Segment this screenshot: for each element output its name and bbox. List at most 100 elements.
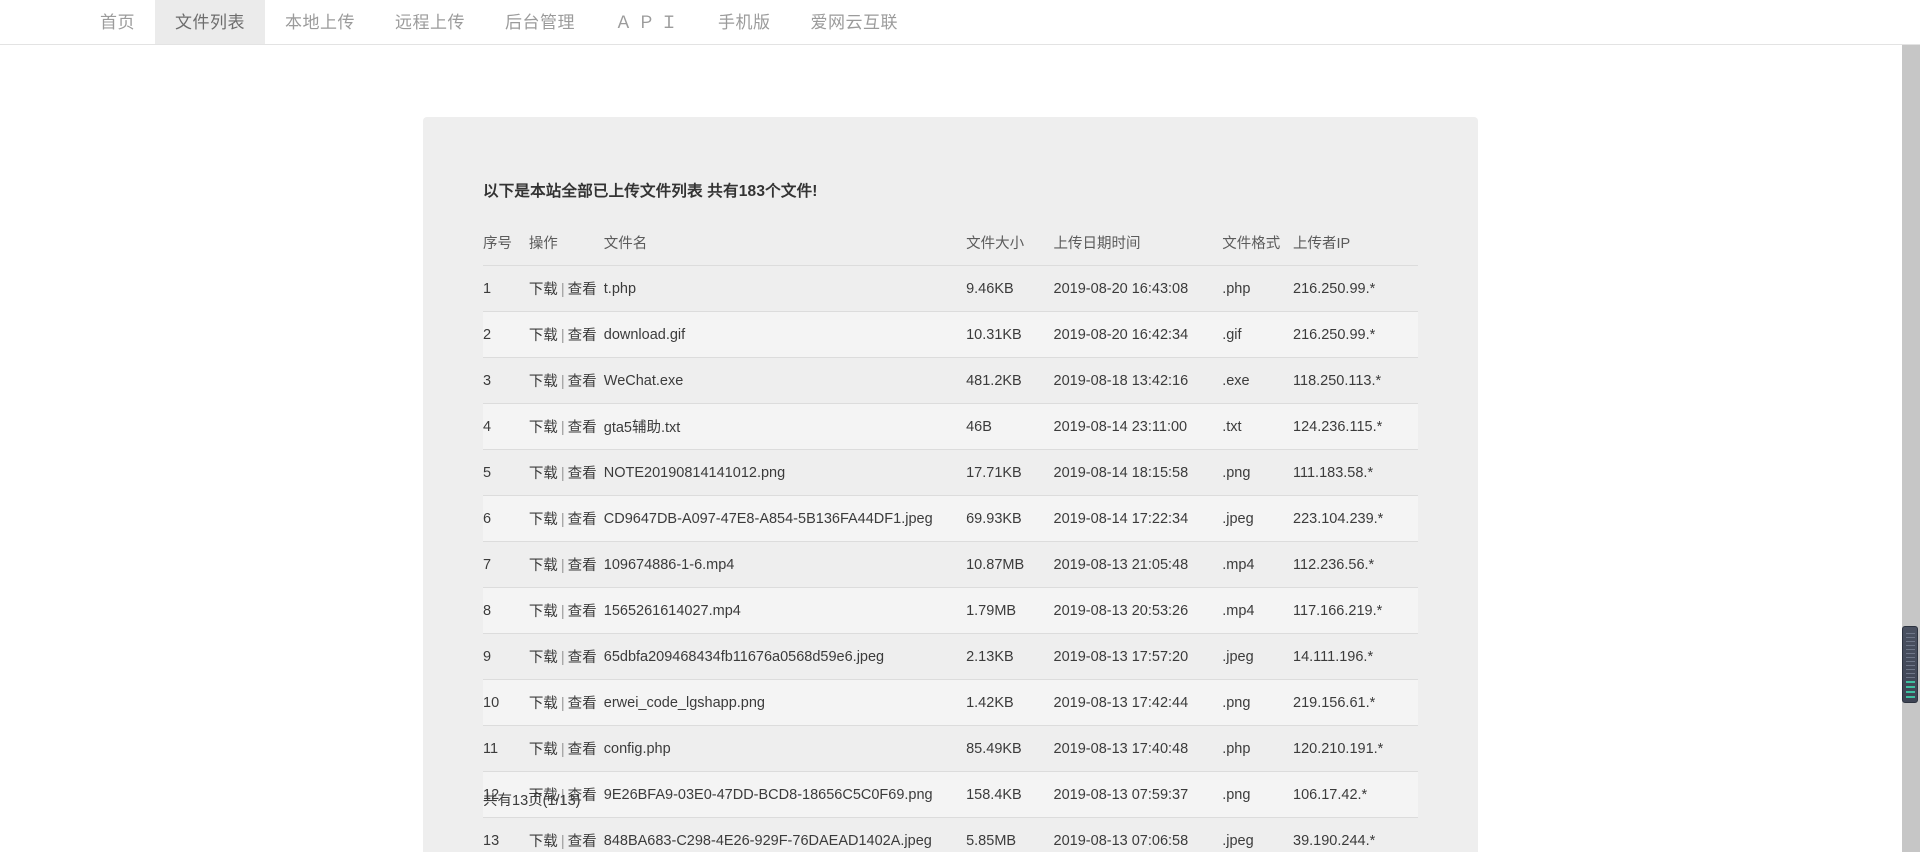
cell-filename: config.php bbox=[603, 725, 967, 772]
cell-upload-date: 2019-08-13 17:40:48 bbox=[1053, 725, 1223, 772]
download-link[interactable]: 下载 bbox=[529, 374, 558, 390]
view-link[interactable]: 查看 bbox=[568, 604, 597, 620]
cell-file-format: .png bbox=[1222, 679, 1294, 726]
download-link[interactable]: 下载 bbox=[529, 742, 558, 758]
cell-index: 1 bbox=[483, 265, 529, 312]
cell-actions: 下载 | 查看 bbox=[528, 725, 604, 772]
cell-actions: 下载 | 查看 bbox=[528, 817, 604, 852]
cell-index: 6 bbox=[483, 495, 529, 542]
cell-upload-date: 2019-08-13 17:42:44 bbox=[1053, 679, 1223, 726]
cell-upload-date: 2019-08-14 18:15:58 bbox=[1053, 449, 1223, 496]
scrollbar-grip-line bbox=[1906, 669, 1915, 670]
cell-filename: erwei_code_lgshapp.png bbox=[603, 679, 967, 726]
download-link[interactable]: 下载 bbox=[529, 558, 558, 574]
cell-upload-date: 2019-08-13 07:59:37 bbox=[1053, 771, 1223, 818]
view-link[interactable]: 查看 bbox=[568, 650, 597, 666]
download-link[interactable]: 下载 bbox=[529, 604, 558, 620]
cell-filesize: 46B bbox=[966, 403, 1054, 450]
nav-item-api[interactable]: Ａ Ｐ Ｉ bbox=[595, 0, 698, 44]
cell-filename: 65dbfa209468434fb11676a0568d59e6.jpeg bbox=[603, 633, 967, 680]
download-link[interactable]: 下载 bbox=[529, 420, 558, 436]
cell-filename: 9E26BFA9-03E0-47DD-BCD8-18656C5C0F69.png bbox=[603, 771, 967, 818]
download-link[interactable]: 下载 bbox=[529, 282, 558, 298]
cell-file-format: .txt bbox=[1222, 403, 1294, 450]
nav-item-admin[interactable]: 后台管理 bbox=[485, 0, 595, 44]
cell-filesize: 481.2KB bbox=[966, 357, 1054, 404]
view-link[interactable]: 查看 bbox=[568, 420, 597, 436]
nav-item-local-upload[interactable]: 本地上传 bbox=[265, 0, 375, 44]
cell-filename: NOTE20190814141012.png bbox=[603, 449, 967, 496]
view-link[interactable]: 查看 bbox=[568, 282, 597, 298]
cell-uploader-ip: 111.183.58.* bbox=[1293, 449, 1418, 496]
cell-uploader-ip: 39.190.244.* bbox=[1293, 817, 1418, 852]
table-head: 序号 操作 文件名 文件大小 上传日期时间 文件格式 上传者IP bbox=[483, 222, 1418, 266]
vertical-scrollbar-track[interactable] bbox=[1902, 45, 1920, 852]
cell-filename: t.php bbox=[603, 265, 967, 312]
table-row: 10 下载 | 查看 erwei_code_lgshapp.png 1.42KB 2019-… bbox=[483, 679, 1418, 726]
cell-file-format: .gif bbox=[1222, 311, 1294, 358]
cell-filename: CD9647DB-A097-47E8-A854-5B136FA44DF1.jpe… bbox=[603, 495, 967, 542]
cell-filename: 848BA683-C298-4E26-929F-76DAEAD1402A.jpe… bbox=[603, 817, 967, 852]
cell-index: 13 bbox=[483, 817, 529, 852]
cell-uploader-ip: 219.156.61.* bbox=[1293, 679, 1418, 726]
nav-item-mobile[interactable]: 手机版 bbox=[698, 0, 791, 44]
cell-uploader-ip: 14.111.196.* bbox=[1293, 633, 1418, 680]
cell-upload-date: 2019-08-13 21:05:48 bbox=[1053, 541, 1223, 588]
cell-actions: 下载 | 查看 bbox=[528, 265, 604, 312]
view-link[interactable]: 查看 bbox=[568, 512, 597, 528]
download-link[interactable]: 下载 bbox=[529, 650, 558, 666]
scrollbar-grip-line bbox=[1906, 681, 1915, 683]
download-link[interactable]: 下载 bbox=[529, 834, 558, 850]
cell-filename: 109674886-1-6.mp4 bbox=[603, 541, 967, 588]
action-separator: | bbox=[560, 834, 565, 850]
action-separator: | bbox=[560, 558, 565, 574]
table-row: 7 下载 | 查看 109674886-1-6.mp4 10.87MB 2019-08-13… bbox=[483, 541, 1418, 588]
view-link[interactable]: 查看 bbox=[568, 696, 597, 712]
table-row: 9 下载 | 查看 65dbfa209468434fb11676a0568d59e6.j… bbox=[483, 633, 1418, 680]
table-row: 13 下载 | 查看 848BA683-C298-4E26-929F-76DAEAD14… bbox=[483, 817, 1418, 852]
top-navigation-bar: 首页 文件列表 本地上传 远程上传 后台管理 Ａ Ｐ Ｉ 手机版 爱网云互联 bbox=[0, 0, 1920, 45]
column-header-uploader-ip: 上传者IP bbox=[1293, 222, 1418, 266]
vertical-scrollbar-thumb-wrapper[interactable] bbox=[1902, 626, 1919, 703]
download-link[interactable]: 下载 bbox=[529, 696, 558, 712]
cell-filesize: 9.46KB bbox=[966, 265, 1054, 312]
nav-item-file-list[interactable]: 文件列表 bbox=[155, 0, 265, 44]
view-link[interactable]: 查看 bbox=[568, 742, 597, 758]
cell-uploader-ip: 216.250.99.* bbox=[1293, 311, 1418, 358]
scrollbar-grip-line bbox=[1906, 661, 1915, 662]
table-row: 3 下载 | 查看 WeChat.exe 481.2KB 2019-08-18 13:42:… bbox=[483, 357, 1418, 404]
download-link[interactable]: 下载 bbox=[529, 466, 558, 482]
column-header-filesize: 文件大小 bbox=[966, 222, 1054, 266]
cell-actions: 下载 | 查看 bbox=[528, 495, 604, 542]
action-separator: | bbox=[560, 420, 565, 436]
cell-uploader-ip: 118.250.113.* bbox=[1293, 357, 1418, 404]
cell-uploader-ip: 124.236.115.* bbox=[1293, 403, 1418, 450]
nav-item-home[interactable]: 首页 bbox=[80, 0, 155, 44]
view-link[interactable]: 查看 bbox=[568, 558, 597, 574]
nav-item-remote-upload[interactable]: 远程上传 bbox=[375, 0, 485, 44]
cell-filesize: 69.93KB bbox=[966, 495, 1054, 542]
download-link[interactable]: 下载 bbox=[529, 512, 558, 528]
cell-filesize: 2.13KB bbox=[966, 633, 1054, 680]
view-link[interactable]: 查看 bbox=[568, 834, 597, 850]
view-link[interactable]: 查看 bbox=[568, 466, 597, 482]
cell-upload-date: 2019-08-18 13:42:16 bbox=[1053, 357, 1223, 404]
cell-actions: 下载 | 查看 bbox=[528, 633, 604, 680]
cell-filesize: 158.4KB bbox=[966, 771, 1054, 818]
cell-uploader-ip: 117.166.219.* bbox=[1293, 587, 1418, 634]
cell-actions: 下载 | 查看 bbox=[528, 587, 604, 634]
view-link[interactable]: 查看 bbox=[568, 328, 597, 344]
action-separator: | bbox=[560, 604, 565, 620]
download-link[interactable]: 下载 bbox=[529, 328, 558, 344]
cell-upload-date: 2019-08-20 16:42:34 bbox=[1053, 311, 1223, 358]
scrollbar-grip-line bbox=[1906, 686, 1915, 688]
nav-item-aiwangyun[interactable]: 爱网云互联 bbox=[790, 0, 918, 44]
vertical-scrollbar-thumb[interactable] bbox=[1902, 626, 1918, 703]
view-link[interactable]: 查看 bbox=[568, 374, 597, 390]
cell-index: 7 bbox=[483, 541, 529, 588]
column-header-format: 文件格式 bbox=[1222, 222, 1294, 266]
cell-file-format: .php bbox=[1222, 265, 1294, 312]
cell-file-format: .exe bbox=[1222, 357, 1294, 404]
cell-index: 4 bbox=[483, 403, 529, 450]
column-header-date: 上传日期时间 bbox=[1053, 222, 1223, 266]
